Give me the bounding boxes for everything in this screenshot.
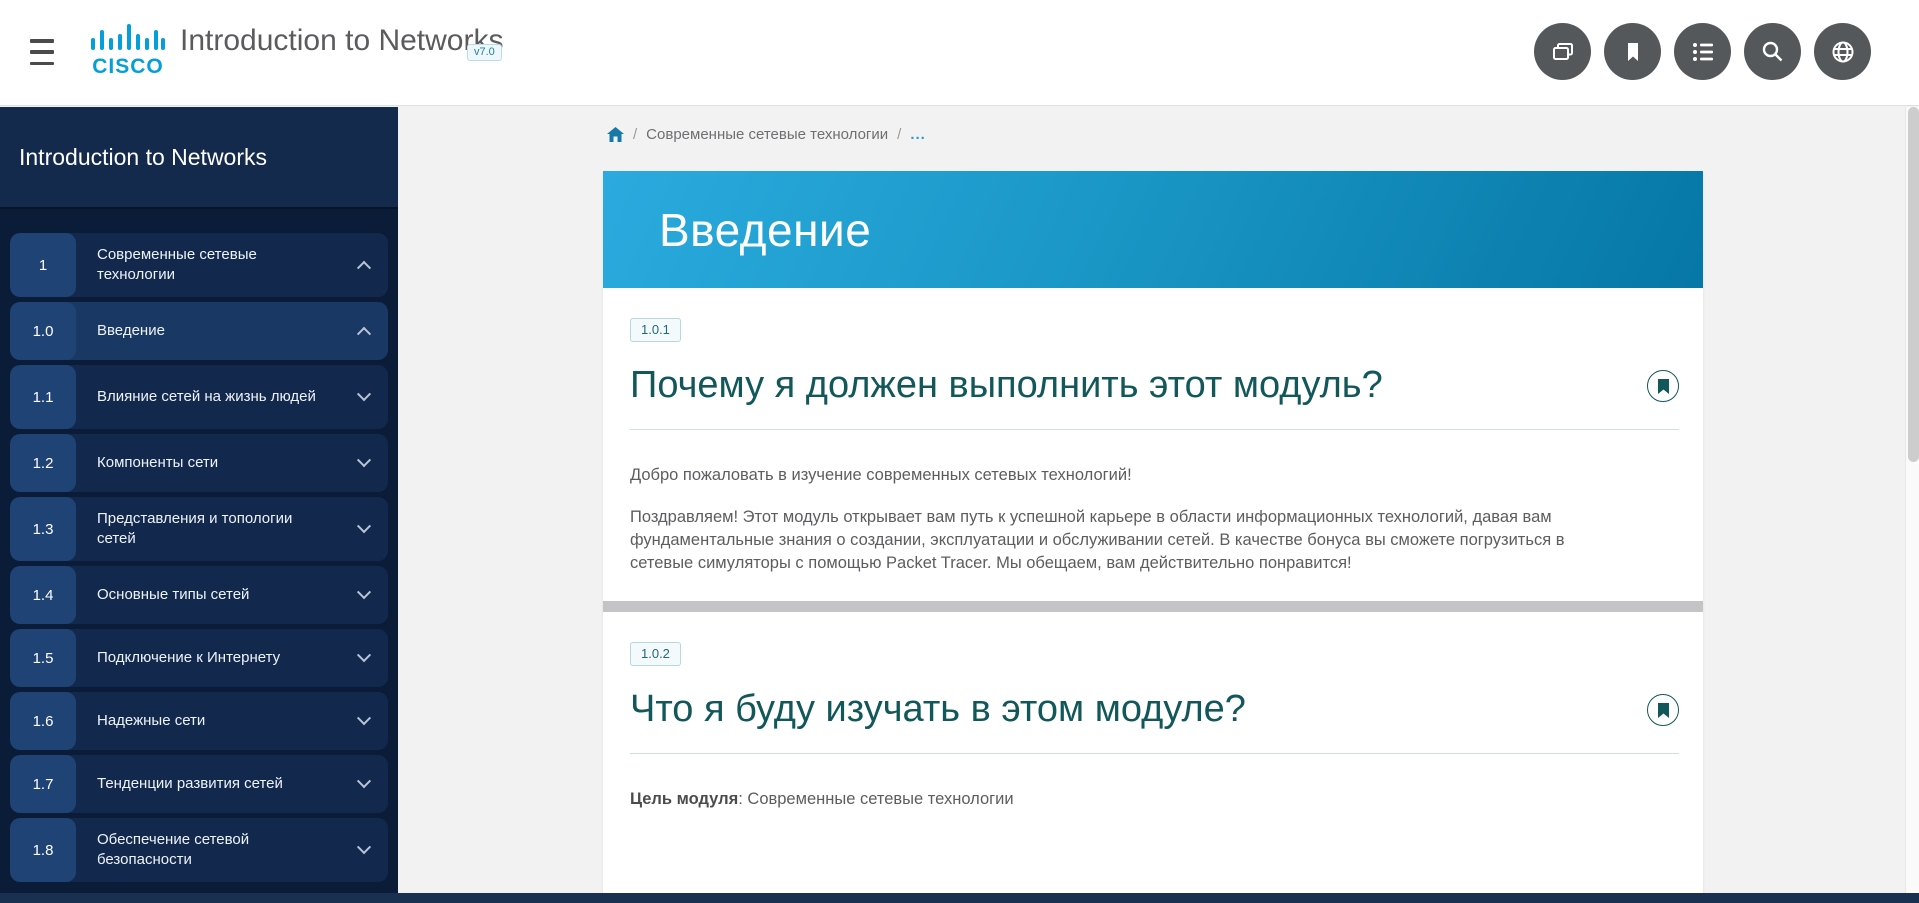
sidebar-item-1.8[interactable]: 1.8 Обеспечение сетевой безопасности <box>10 818 388 882</box>
breadcrumb: / Современные сетевые технологии / ... <box>607 126 926 143</box>
bookmark-section-button[interactable] <box>1647 370 1679 402</box>
section-number: 1.6 <box>10 692 76 750</box>
index-list-icon[interactable] <box>1674 23 1731 80</box>
section-number: 1.5 <box>10 629 76 687</box>
chevron-down-icon[interactable] <box>340 755 388 813</box>
lesson-content-card: Введение 1.0.1 Почему я должен выполнить… <box>603 171 1703 893</box>
bookmark-icon <box>1657 379 1670 394</box>
bottom-progress-bar <box>0 893 1919 903</box>
section-id-badge: 1.0.1 <box>630 318 681 342</box>
paragraph: Поздравляем! Этот модуль открывает вам п… <box>630 506 1592 575</box>
section-title: Что я буду изучать в этом модуле? <box>630 688 1246 731</box>
sidebar-item-1.1[interactable]: 1.1 Влияние сетей на жизнь людей <box>10 365 388 429</box>
scrollbar-thumb[interactable] <box>1908 107 1919 462</box>
version-badge: v7.0 <box>467 44 502 61</box>
section-divider <box>603 601 1703 612</box>
chevron-down-icon[interactable] <box>340 365 388 429</box>
sidebar-item-1.2[interactable]: 1.2 Компоненты сети <box>10 434 388 492</box>
sidebar-item-1.7[interactable]: 1.7 Тенденции развития сетей <box>10 755 388 813</box>
sidebar-item-1.3[interactable]: 1.3 Представления и топологии сетей <box>10 497 388 561</box>
chevron-up-icon[interactable] <box>340 302 388 360</box>
chevron-down-icon[interactable] <box>340 566 388 624</box>
section-number: 1.8 <box>10 818 76 882</box>
bookmark-icon[interactable] <box>1604 23 1661 80</box>
sidebar-item-1.4[interactable]: 1.4 Основные типы сетей <box>10 566 388 624</box>
app-header: CISCO Introduction to Networks v7.0 <box>0 0 1919 106</box>
section-number: 1.4 <box>10 566 76 624</box>
module-nav-list: 1 Современные сетевые технологии 1.0 Вве… <box>0 209 398 882</box>
sidebar-item-1.5[interactable]: 1.5 Подключение к Интернету <box>10 629 388 687</box>
sidebar-item-1[interactable]: 1 Современные сетевые технологии <box>10 233 388 297</box>
section-number: 1.1 <box>10 365 76 429</box>
section-number: 1.7 <box>10 755 76 813</box>
bookmark-section-button[interactable] <box>1647 694 1679 726</box>
lesson-section-1.0.2: 1.0.2 Что я буду изучать в этом модуле? … <box>603 612 1703 837</box>
home-icon[interactable] <box>607 127 624 143</box>
search-icon[interactable] <box>1744 23 1801 80</box>
bookmark-icon <box>1657 703 1670 718</box>
sidebar-item-1.0[interactable]: 1.0 Введение <box>10 302 388 360</box>
chevron-down-icon[interactable] <box>340 434 388 492</box>
pages-icon[interactable] <box>1534 23 1591 80</box>
sidebar-course-title: Introduction to Networks <box>19 144 267 171</box>
topic-banner-title: Введение <box>659 203 871 257</box>
globe-icon[interactable] <box>1814 23 1871 80</box>
course-title: Introduction to Networks <box>180 24 503 58</box>
module-goal: Цель модуля: Современные сетевые техноло… <box>630 788 1592 811</box>
cisco-logo: CISCO <box>88 22 168 79</box>
chevron-down-icon[interactable] <box>340 818 388 882</box>
breadcrumb-separator: / <box>633 126 637 143</box>
section-number: 1.3 <box>10 497 76 561</box>
sidebar-item-1.6[interactable]: 1.6 Надежные сети <box>10 692 388 750</box>
breadcrumb-ellipsis[interactable]: ... <box>910 126 926 143</box>
lesson-section-1.0.1: 1.0.1 Почему я должен выполнить этот мод… <box>603 288 1703 601</box>
vertical-scrollbar[interactable] <box>1905 107 1919 903</box>
course-outline-sidebar: Introduction to Networks 1 Современные с… <box>0 107 398 893</box>
hamburger-menu-icon[interactable] <box>30 39 56 65</box>
section-number: 1 <box>10 233 76 297</box>
sidebar-header: Introduction to Networks <box>0 107 398 209</box>
section-number: 1.2 <box>10 434 76 492</box>
header-actions <box>1534 23 1871 80</box>
chevron-down-icon[interactable] <box>340 692 388 750</box>
section-title: Почему я должен выполнить этот модуль? <box>630 364 1383 407</box>
cisco-logo-text: CISCO <box>88 55 168 79</box>
chevron-down-icon[interactable] <box>340 497 388 561</box>
section-rule <box>630 429 1679 430</box>
cisco-logo-bars <box>90 22 166 52</box>
breadcrumb-module-link[interactable]: Современные сетевые технологии <box>646 126 888 143</box>
topic-banner: Введение <box>603 171 1703 288</box>
chevron-up-icon[interactable] <box>340 233 388 297</box>
section-number: 1.0 <box>10 302 76 360</box>
paragraph: Добро пожаловать в изучение современных … <box>630 464 1592 487</box>
section-id-badge: 1.0.2 <box>630 642 681 666</box>
breadcrumb-separator: / <box>897 126 901 143</box>
section-rule <box>630 753 1679 754</box>
chevron-down-icon[interactable] <box>340 629 388 687</box>
